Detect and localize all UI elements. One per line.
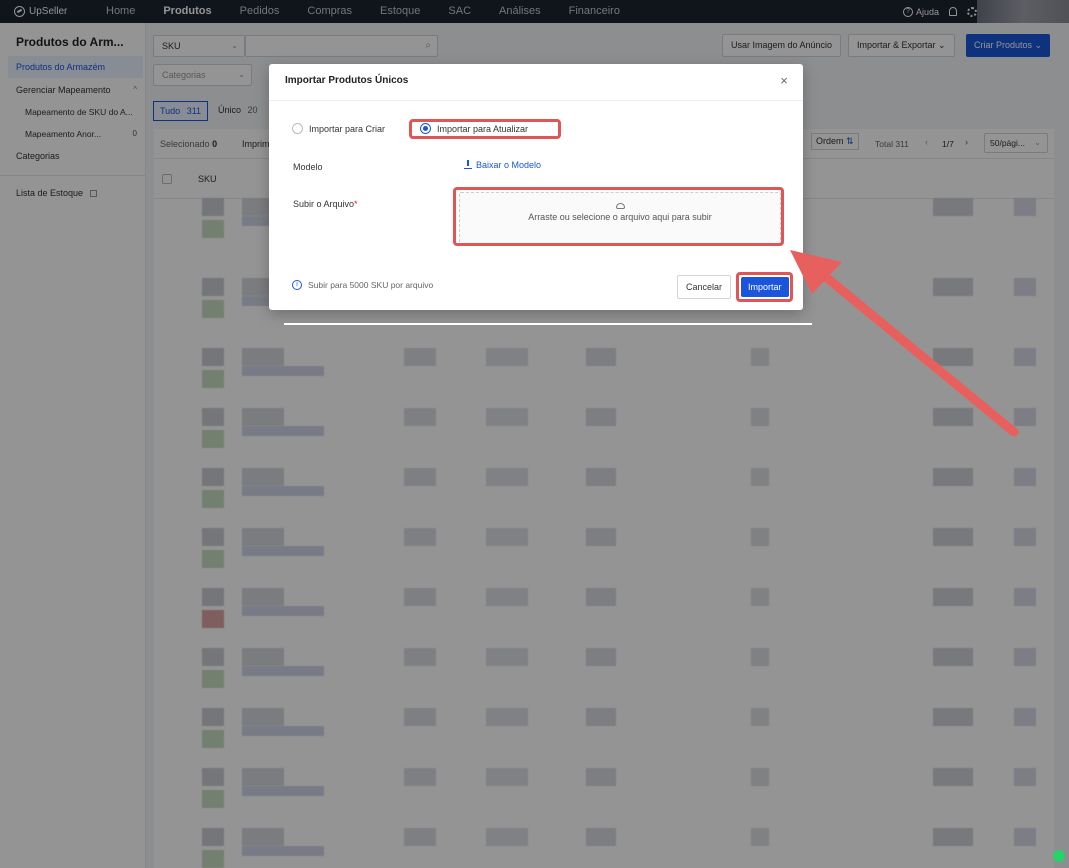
whatsapp-icon[interactable] [1053,850,1065,862]
annotation-arrow [790,250,1019,437]
